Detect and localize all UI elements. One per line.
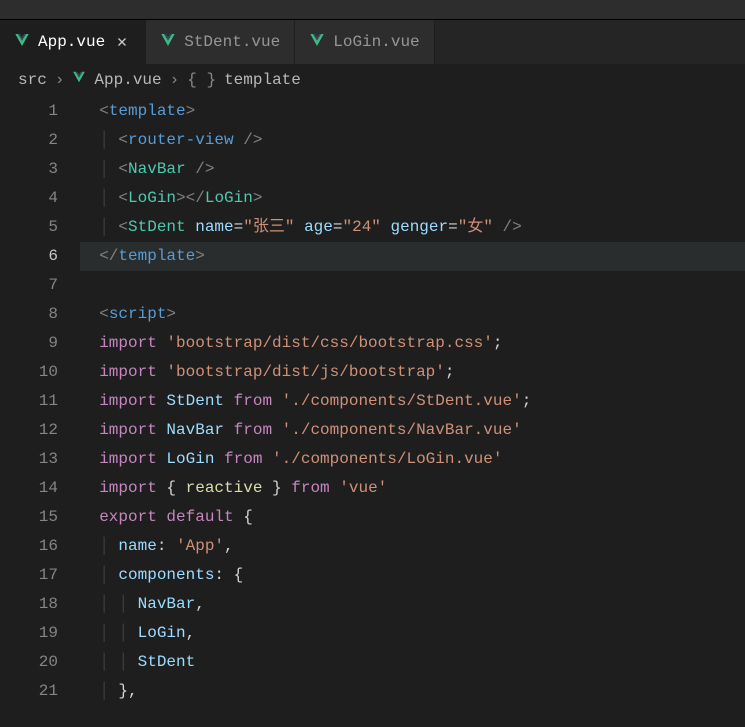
code-line: │ }, bbox=[80, 677, 745, 706]
line-number: 10 bbox=[0, 358, 80, 387]
code-line: │ │ NavBar, bbox=[80, 590, 745, 619]
code-line: │ │ LoGin, bbox=[80, 619, 745, 648]
code-line: import { reactive } from 'vue' bbox=[80, 474, 745, 503]
line-number: 12 bbox=[0, 416, 80, 445]
close-icon[interactable] bbox=[113, 33, 131, 51]
line-number: 3 bbox=[0, 155, 80, 184]
line-number: 9 bbox=[0, 329, 80, 358]
tab-label: StDent.vue bbox=[184, 33, 280, 51]
breadcrumb-item[interactable]: src bbox=[18, 71, 47, 89]
line-number: 4 bbox=[0, 184, 80, 213]
breadcrumb[interactable]: src › App.vue › { } template bbox=[0, 64, 745, 95]
line-number: 18 bbox=[0, 590, 80, 619]
code-line: │ <StDent name="张三" age="24" genger="女" … bbox=[80, 213, 745, 242]
code-line: import LoGin from './components/LoGin.vu… bbox=[80, 445, 745, 474]
vue-icon bbox=[14, 32, 30, 53]
line-number: 6 bbox=[0, 242, 80, 271]
code-line: │ │ StDent bbox=[80, 648, 745, 677]
line-number: 14 bbox=[0, 474, 80, 503]
code-line: │ <NavBar /> bbox=[80, 155, 745, 184]
line-number: 15 bbox=[0, 503, 80, 532]
vue-icon bbox=[160, 32, 176, 53]
line-number: 21 bbox=[0, 677, 80, 706]
code-line: │ <router-view /> bbox=[80, 126, 745, 155]
tab-label: App.vue bbox=[38, 33, 105, 51]
code-line: import 'bootstrap/dist/css/bootstrap.css… bbox=[80, 329, 745, 358]
line-number: 20 bbox=[0, 648, 80, 677]
code-line: import StDent from './components/StDent.… bbox=[80, 387, 745, 416]
vue-icon bbox=[72, 70, 86, 89]
breadcrumb-item[interactable]: App.vue bbox=[94, 71, 161, 89]
chevron-right-icon: › bbox=[55, 71, 65, 89]
code-line: │ components: { bbox=[80, 561, 745, 590]
line-number: 17 bbox=[0, 561, 80, 590]
line-number: 2 bbox=[0, 126, 80, 155]
line-number: 11 bbox=[0, 387, 80, 416]
line-number: 5 bbox=[0, 213, 80, 242]
code-line: <script> bbox=[80, 300, 745, 329]
tab-label: LoGin.vue bbox=[333, 33, 419, 51]
tab-app-vue[interactable]: App.vue bbox=[0, 20, 146, 64]
menu-bar bbox=[0, 0, 745, 20]
breadcrumb-item[interactable]: template bbox=[224, 71, 301, 89]
code-line: │ name: 'App', bbox=[80, 532, 745, 561]
vue-icon bbox=[309, 32, 325, 53]
line-number: 19 bbox=[0, 619, 80, 648]
line-number: 7 bbox=[0, 271, 80, 300]
braces-icon: { } bbox=[187, 71, 216, 89]
line-number: 16 bbox=[0, 532, 80, 561]
code-line: </template> bbox=[80, 242, 745, 271]
code-line: export default { bbox=[80, 503, 745, 532]
code-editor[interactable]: 1 2 3 4 5 6 7 8 9 10 11 12 13 14 15 16 1… bbox=[0, 95, 745, 706]
tab-bar: App.vue StDent.vue LoGin.vue bbox=[0, 20, 745, 64]
code-line: │ <LoGin></LoGin> bbox=[80, 184, 745, 213]
code-content[interactable]: <template> │ <router-view /> │ <NavBar /… bbox=[80, 95, 745, 706]
line-number: 1 bbox=[0, 97, 80, 126]
chevron-right-icon: › bbox=[170, 71, 180, 89]
code-line: import 'bootstrap/dist/js/bootstrap'; bbox=[80, 358, 745, 387]
code-line bbox=[80, 271, 745, 300]
line-number: 8 bbox=[0, 300, 80, 329]
code-line: import NavBar from './components/NavBar.… bbox=[80, 416, 745, 445]
line-gutter: 1 2 3 4 5 6 7 8 9 10 11 12 13 14 15 16 1… bbox=[0, 95, 80, 706]
code-line: <template> bbox=[80, 97, 745, 126]
tab-login-vue[interactable]: LoGin.vue bbox=[295, 20, 434, 64]
tab-stdent-vue[interactable]: StDent.vue bbox=[146, 20, 295, 64]
line-number: 13 bbox=[0, 445, 80, 474]
